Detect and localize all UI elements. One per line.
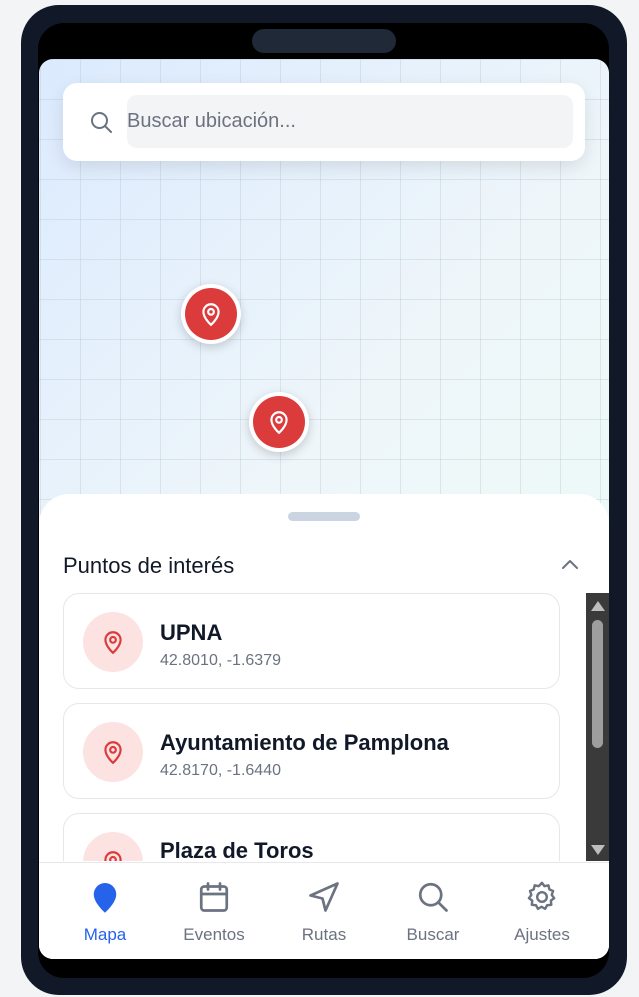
gear-icon [527,881,556,911]
search-bar [63,83,585,161]
nav-label: Ajustes [514,925,570,944]
sheet-title: Puntos de interés [63,553,235,578]
calendar-icon [199,882,229,912]
scroll-down-arrow-icon[interactable] [591,845,605,855]
map-pin-icon [270,411,288,435]
points-list: UPNA 42.8010, -1.6379 Ayuntamiento de Pa… [39,593,609,861]
search-input[interactable] [127,95,573,148]
map-pin-icon [104,741,122,765]
nav-item-eventos[interactable]: Eventos [157,863,271,959]
scroll-up-arrow-icon[interactable] [591,601,605,611]
map-marker[interactable] [249,392,309,452]
sheet-drag-handle[interactable] [288,512,360,521]
nav-label: Buscar [406,925,460,944]
poi-icon-badge [83,722,143,782]
map-pin-icon [104,851,122,861]
poi-icon-badge [83,832,143,861]
nav-item-ajustes[interactable]: Ajustes [485,863,599,959]
point-card-ayuntamiento[interactable]: Ayuntamiento de Pamplona 42.8170, -1.644… [63,703,560,799]
point-name: UPNA [160,620,223,645]
nav-label: Rutas [301,925,347,944]
search-icon [91,112,112,133]
point-coords: 42.8170, -1.6440 [160,762,281,779]
map-pin-icon [93,883,117,913]
list-scrollbar[interactable] [586,593,609,861]
point-name: Ayuntamiento de Pamplona [160,730,449,755]
chevron-up-icon[interactable] [558,553,582,577]
app-screen: Puntos de interés UPNA 42.8010, -1.6379 [39,59,609,959]
nav-label: Eventos [183,925,245,944]
poi-icon-badge [83,612,143,672]
map-marker[interactable] [181,284,241,344]
point-card-upna[interactable]: UPNA 42.8010, -1.6379 [63,593,560,689]
nav-item-mapa[interactable]: Mapa [48,863,162,959]
point-card-plaza-de-toros[interactable]: Plaza de Toros [63,813,560,861]
map-pin-icon [104,631,122,655]
point-name: Plaza de Toros [160,838,314,861]
nav-item-rutas[interactable]: Rutas [267,863,381,959]
map-pin-icon [202,303,220,327]
scrollbar-thumb[interactable] [592,620,603,748]
nav-label: Mapa [83,925,127,944]
search-icon [418,882,448,912]
navigation-icon [309,882,339,912]
nav-item-buscar[interactable]: Buscar [376,863,490,959]
phone-notch [252,29,396,53]
bottom-navigation: Mapa Eventos Rutas Buscar Ajustes [39,862,609,959]
point-coords: 42.8010, -1.6379 [160,652,281,669]
